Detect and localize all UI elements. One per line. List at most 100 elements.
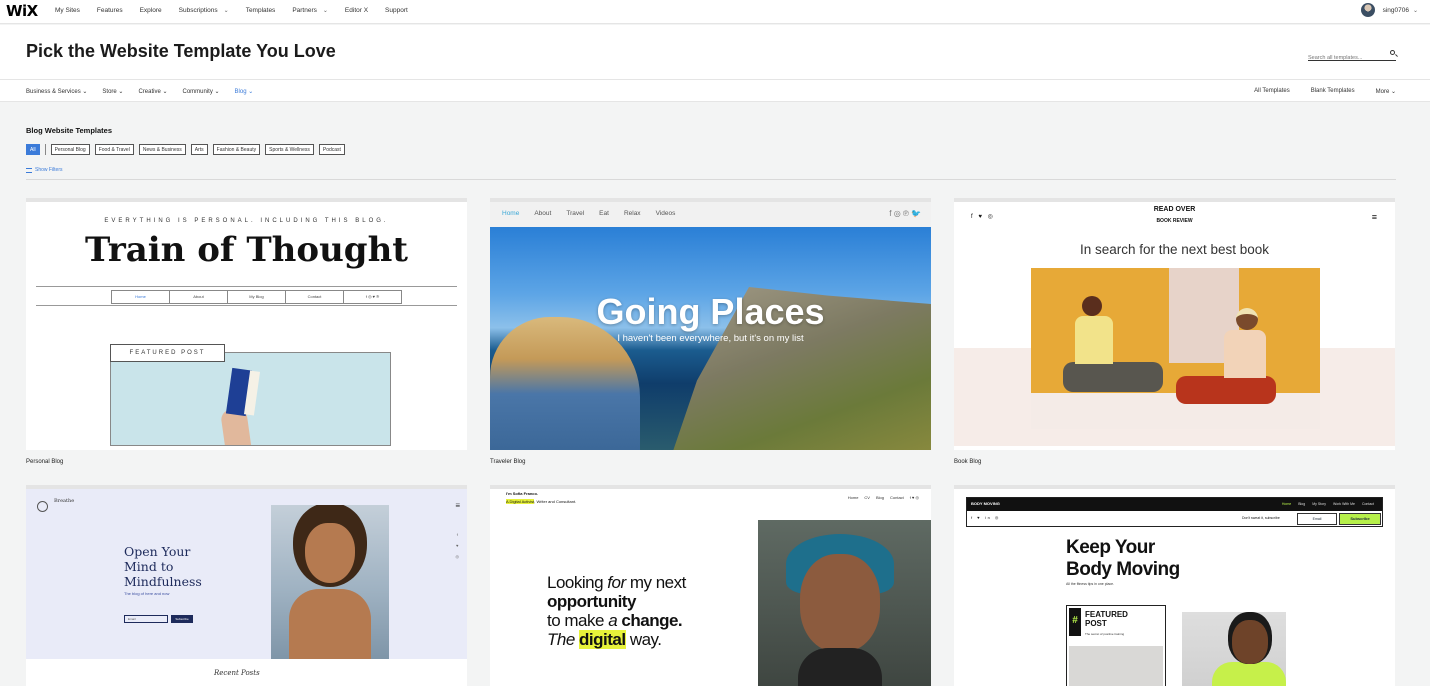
template-card-traveler-blog[interactable]: Home About Travel Eat Relax Videos f ◎ ℗… — [490, 198, 931, 450]
template-card-personal-blog[interactable]: EVERYTHING IS PERSONAL. INCLUDING THIS B… — [26, 198, 467, 450]
reader-figure — [1063, 296, 1163, 406]
preview-featured-label: FEATURED POST — [110, 344, 225, 362]
preview-subtitle: I haven't been everywhere, but it's on m… — [617, 333, 804, 344]
preview-cta-text: Don't sweat it, subscribe — [1242, 516, 1280, 520]
preview-tagline: In search for the next best book — [1079, 242, 1270, 257]
preview-nav-item: Work With Me — [1333, 502, 1355, 506]
preview-brand: Breathe — [54, 498, 75, 504]
preview-nav: Home CV Blog Contact f ♥ ◎ — [848, 495, 919, 500]
card-label-personal-blog[interactable]: Personal Blog — [26, 459, 63, 465]
chip-separator — [44, 144, 46, 155]
nav-features[interactable]: Features — [97, 7, 123, 14]
preview-heading: Open Your Mind to Mindfulness — [124, 544, 202, 589]
preview-title: Going Places — [596, 291, 825, 332]
chip-podcast[interactable]: Podcast — [318, 144, 345, 155]
preview-nav-item: Home — [1281, 502, 1292, 506]
face-shape — [800, 554, 880, 652]
tab-creative[interactable]: Creative ⌄ — [138, 88, 167, 95]
preview-hero: Breathe Open Your Mind to Mindfulness Th… — [26, 489, 467, 659]
preview-nav-item: Videos — [655, 210, 676, 217]
wix-logo[interactable]: WiX — [6, 2, 38, 20]
nav-subscriptions[interactable]: Subscriptions ⌄ — [179, 7, 229, 14]
nav-partners[interactable]: Partners ⌄ — [292, 7, 328, 14]
preview-nav-item: Travel — [566, 210, 585, 217]
main-nav: My Sites Features Explore Subscriptions ⌄… — [55, 7, 425, 14]
template-card-book-blog[interactable]: f ♥ ◎ READ OVER BOOK REVIEW ≡ In search … — [954, 198, 1395, 450]
preview-email-field: Email — [124, 615, 168, 623]
show-filters-button[interactable]: Show Filters — [26, 167, 63, 173]
person-shape — [289, 589, 371, 659]
user-menu[interactable]: sing0706 ⌄ — [1360, 3, 1418, 17]
chip-sports-wellness[interactable]: Sports & Wellness — [265, 144, 314, 155]
template-card-digital-activist[interactable]: I'm Sofia Franco. A Digital Activist, Wr… — [490, 485, 931, 686]
search-input[interactable] — [1308, 51, 1386, 65]
preview-social-icons: f ◎ ♥ ℗ — [343, 290, 402, 304]
top-nav: WiX My Sites Features Explore Subscripti… — [0, 0, 1430, 24]
chevron-down-icon[interactable]: ⌄ — [1413, 7, 1418, 14]
nav-editor-x[interactable]: Editor X — [345, 7, 368, 14]
neck-shape — [798, 648, 882, 686]
chip-food-travel[interactable]: Food & Travel — [94, 144, 134, 155]
reader-figure — [1176, 308, 1286, 418]
template-card-mindfulness[interactable]: Breathe Open Your Mind to Mindfulness Th… — [26, 485, 467, 686]
menu-icon: ≡ — [1371, 212, 1377, 222]
preview-image — [1182, 612, 1286, 686]
preview-nav: Home About My Blog Contact f ◎ ♥ ℗ — [36, 286, 457, 306]
username[interactable]: sing0706 — [1383, 7, 1409, 14]
preview-nav-item: My Blog — [227, 290, 286, 304]
social-icons: f ♥ ◎ — [455, 532, 460, 559]
chip-all[interactable]: All — [26, 144, 40, 155]
preview-email-field: Email — [1297, 513, 1337, 525]
tab-business-services[interactable]: Business & Services ⌄ — [26, 88, 87, 95]
featured-image — [1069, 646, 1163, 686]
menu-icon: ≡ — [455, 501, 460, 510]
template-links: All Templates Blank Templates More ⌄ — [1233, 88, 1396, 95]
preview-nav-item: CV — [864, 495, 870, 500]
preview-tagline: All the fitness tips in one place. — [1066, 582, 1115, 586]
preview-social-icons: f ♥ ◎ — [909, 495, 919, 500]
preview-logo-sub: BOOK REVIEW — [1156, 218, 1193, 224]
nav-support[interactable]: Support — [385, 7, 408, 14]
preview-brand: BODY MOVING — [971, 501, 1000, 506]
preview-title: Train of Thought — [85, 230, 408, 270]
preview-nav-item: Contact — [890, 495, 904, 500]
preview-nav-item: Contact — [1361, 502, 1374, 506]
shirt-shape — [1212, 662, 1286, 686]
template-card-body-moving[interactable]: BODY MOVING Home Blog My Story Work With… — [954, 485, 1395, 686]
card-topbar — [26, 198, 467, 202]
nav-my-sites[interactable]: My Sites — [55, 7, 80, 14]
preview-name: I'm Sofia Franco. — [506, 491, 539, 496]
nav-templates[interactable]: Templates — [246, 7, 276, 14]
preview-logo: READ OVER — [1153, 206, 1196, 213]
card-label-traveler-blog[interactable]: Traveler Blog — [490, 459, 525, 465]
category-tabs: Business & Services ⌄ Store ⌄ Creative ⌄… — [26, 88, 268, 95]
link-all-templates[interactable]: All Templates — [1254, 88, 1290, 95]
section-title: Blog Website Templates — [26, 126, 112, 135]
preview-nav-item: My Story — [1312, 502, 1327, 506]
preview-nav-item: About — [534, 210, 552, 217]
tab-store[interactable]: Store ⌄ — [102, 88, 123, 95]
chip-fashion-beauty[interactable]: Fashion & Beauty — [212, 144, 261, 155]
tab-blog[interactable]: Blog ⌄ — [235, 88, 254, 95]
preview-nav-item: Home — [502, 210, 520, 217]
preview-role: A Digital Activist, Writer and Consultan… — [506, 499, 577, 504]
preview-social-icons: f ◎ ℗ 🐦 — [889, 209, 921, 218]
chip-personal-blog[interactable]: Personal Blog — [50, 144, 90, 155]
tab-community[interactable]: Community ⌄ — [183, 88, 220, 95]
avatar[interactable] — [1360, 3, 1375, 17]
card-label-book-blog[interactable]: Book Blog — [954, 459, 981, 465]
search-icon[interactable] — [1390, 50, 1395, 55]
preview-nav: Home Blog My Story Work With Me Contact — [1282, 502, 1374, 506]
chip-arts[interactable]: Arts — [190, 144, 208, 155]
preview-tagline: EVERYTHING IS PERSONAL. INCLUDING THIS B… — [104, 218, 389, 224]
preview-image — [271, 505, 389, 659]
more-menu[interactable]: More ⌄ — [1376, 88, 1396, 95]
preview-heading: Keep Your Body Moving — [1066, 537, 1180, 580]
nav-explore[interactable]: Explore — [140, 7, 162, 14]
link-blank-templates[interactable]: Blank Templates — [1311, 88, 1355, 95]
preview-heading: Looking for my next opportunity to make … — [547, 573, 686, 649]
preview-subscribe-button: Subscribe — [171, 615, 193, 623]
chip-news-business[interactable]: News & Business — [138, 144, 186, 155]
search-box — [1308, 46, 1396, 65]
category-bar: Business & Services ⌄ Store ⌄ Creative ⌄… — [0, 80, 1430, 102]
